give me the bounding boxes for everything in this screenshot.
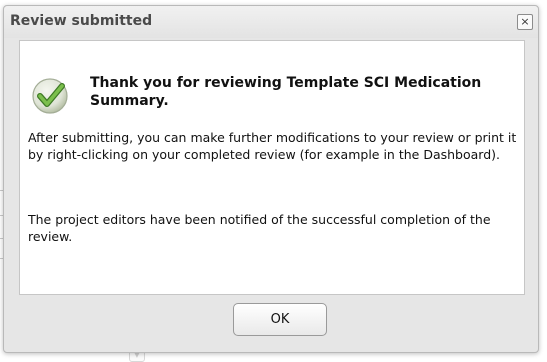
dialog-headline: Thank you for reviewing Template SCI Med… bbox=[90, 75, 482, 109]
dialog-message: The project editors have been notified o… bbox=[28, 212, 491, 244]
close-icon[interactable]: × bbox=[520, 15, 529, 28]
checkmark-icon bbox=[32, 78, 68, 114]
dialog-message: After submitting, you can make further m… bbox=[28, 130, 517, 162]
dialog-title: Review submitted bbox=[10, 13, 153, 29]
ok-button[interactable]: OK bbox=[233, 303, 327, 336]
dialog-content: Thank you for reviewing Template SCI Med… bbox=[19, 40, 525, 295]
dialog-titlebar[interactable]: Review submitted × bbox=[4, 6, 538, 38]
close-button[interactable]: × bbox=[517, 14, 533, 30]
review-submitted-dialog: Review submitted × Thank you for reviewi… bbox=[3, 5, 539, 353]
